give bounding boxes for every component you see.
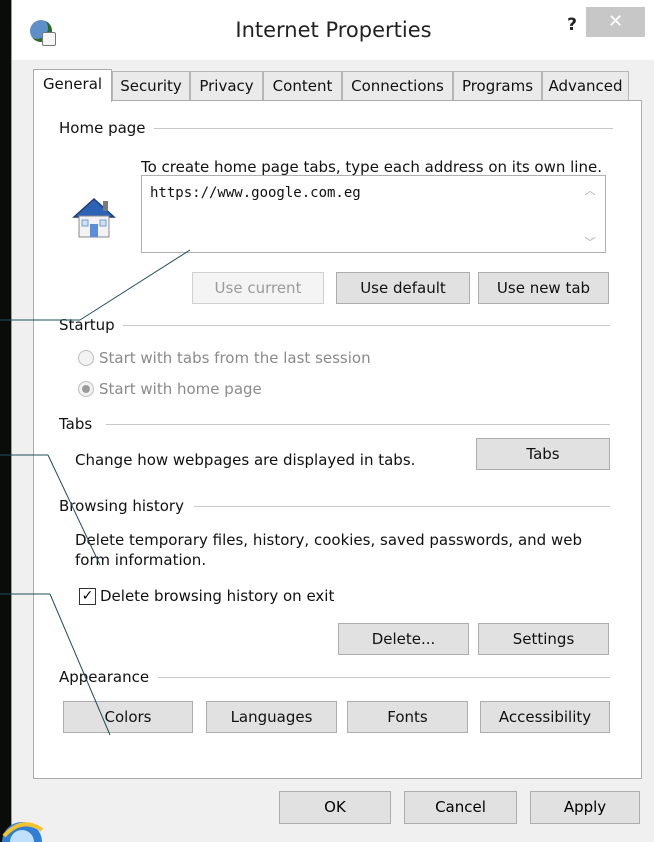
home-page-instruction: To create home page tabs, type each addr… xyxy=(141,158,602,176)
delete-button[interactable]: Delete... xyxy=(338,623,469,655)
appearance-group-label: Appearance xyxy=(59,668,158,686)
scroll-down-icon[interactable]: ﹀ xyxy=(583,234,597,249)
delete-on-exit-label: Delete browsing history on exit xyxy=(100,587,335,605)
ie-taskbar-icon[interactable] xyxy=(0,808,44,842)
browsing-history-description-line2: form information. xyxy=(75,551,207,569)
title-bar[interactable]: Internet Properties ? ✕ xyxy=(12,0,654,60)
startup-group-label: Startup xyxy=(59,316,123,334)
fonts-button[interactable]: Fonts xyxy=(347,701,468,733)
apply-button[interactable]: Apply xyxy=(530,791,640,824)
help-button[interactable]: ? xyxy=(557,10,587,40)
delete-on-exit-checkbox[interactable]: ✓ xyxy=(79,588,96,605)
tab-general[interactable]: General xyxy=(33,69,112,102)
general-tab-panel: Home page To create home page tabs, type… xyxy=(33,100,642,779)
dialog-window: Internet Properties ? ✕ General Security… xyxy=(11,0,654,842)
tabs-settings-button[interactable]: Tabs xyxy=(476,438,610,470)
home-page-group-label: Home page xyxy=(59,119,154,137)
tab-privacy[interactable]: Privacy xyxy=(190,71,263,100)
radio-home-page[interactable] xyxy=(78,381,94,397)
use-new-tab-button[interactable]: Use new tab xyxy=(478,272,609,304)
home-page-url-textarea[interactable]: https://www.google.com.eg ︿ ﹀ xyxy=(141,175,606,253)
startup-group-divider xyxy=(114,325,610,326)
colors-button[interactable]: Colors xyxy=(63,701,193,733)
close-button[interactable]: ✕ xyxy=(586,7,645,37)
ok-button[interactable]: OK xyxy=(279,791,391,824)
radio-home-page-label: Start with home page xyxy=(99,380,262,398)
tabs-group-divider xyxy=(106,424,610,425)
accessibility-button[interactable]: Accessibility xyxy=(480,701,610,733)
appearance-group-divider xyxy=(158,677,610,678)
tab-connections[interactable]: Connections xyxy=(342,71,453,100)
use-default-button[interactable]: Use default xyxy=(336,272,470,304)
tab-programs[interactable]: Programs xyxy=(453,71,542,100)
dialog-client-area: General Security Privacy Content Connect… xyxy=(12,60,654,842)
tab-security[interactable]: Security xyxy=(112,71,190,100)
history-settings-button[interactable]: Settings xyxy=(478,623,609,655)
radio-last-session-label: Start with tabs from the last session xyxy=(99,349,371,367)
use-current-button[interactable]: Use current xyxy=(192,272,324,304)
scroll-up-icon[interactable]: ︿ xyxy=(583,182,597,197)
home-page-group-divider xyxy=(149,128,613,129)
home-page-url-value: https://www.google.com.eg xyxy=(150,185,361,201)
radio-last-session[interactable] xyxy=(78,350,94,366)
home-house-icon xyxy=(72,197,116,238)
cancel-button[interactable]: Cancel xyxy=(404,791,517,824)
browsing-history-group-label: Browsing history xyxy=(59,497,192,515)
tabs-description: Change how webpages are displayed in tab… xyxy=(75,451,416,469)
browsing-history-group-divider xyxy=(194,506,610,507)
tab-advanced[interactable]: Advanced xyxy=(542,71,629,100)
tabs-group-label: Tabs xyxy=(59,415,101,433)
browsing-history-description-line1: Delete temporary files, history, cookies… xyxy=(75,531,582,549)
languages-button[interactable]: Languages xyxy=(206,701,337,733)
tab-content[interactable]: Content xyxy=(263,71,342,100)
